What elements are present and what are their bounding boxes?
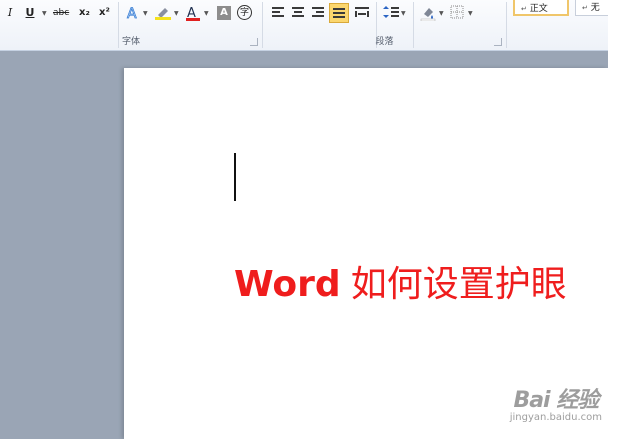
- justify-icon[interactable]: [329, 3, 349, 23]
- line-spacing-icon[interactable]: [383, 5, 399, 21]
- paragraph-mark-icon: ↵: [582, 4, 588, 12]
- borders-icon[interactable]: [450, 5, 464, 21]
- font-group: I U ▼ abc x₂ x² A ▼ ▼ A ▼ A 字 字体: [0, 0, 262, 50]
- title-cjk: 如何设置护眼: [350, 264, 567, 305]
- shading-icon[interactable]: [420, 5, 436, 21]
- char-shading-button[interactable]: A: [217, 6, 231, 20]
- distributed-icon[interactable]: [354, 5, 370, 21]
- enclose-chars-button[interactable]: 字: [237, 5, 252, 20]
- italic-button[interactable]: I: [5, 5, 15, 21]
- align-left-icon[interactable]: [271, 5, 285, 21]
- align-right-icon[interactable]: [311, 5, 325, 21]
- watermark-sub: jingyan.baidu.com: [509, 412, 602, 423]
- subscript-button[interactable]: x₂: [79, 5, 90, 21]
- line-spacing-dropdown-icon[interactable]: ▼: [401, 10, 406, 17]
- superscript-button[interactable]: x²: [99, 5, 110, 21]
- font-color-dropdown-icon[interactable]: ▼: [204, 10, 209, 17]
- style-normal-label: 正文: [529, 4, 548, 14]
- window-edge: [608, 0, 620, 439]
- underline-dropdown-icon[interactable]: ▼: [42, 10, 47, 17]
- watermark-main: Bai 经验: [513, 388, 599, 413]
- title-latin: Word: [234, 264, 341, 305]
- paragraph-group: ▼ ▼ ▼ 段落: [263, 0, 506, 50]
- styles-group: ↵ 正文 ↵ 无: [507, 0, 608, 50]
- style-no-spacing-label: 无: [590, 3, 600, 13]
- strikethrough-button[interactable]: abc: [53, 5, 69, 21]
- ribbon: I U ▼ abc x₂ x² A ▼ ▼ A ▼ A 字 字体 ▼ ▼ ▼ 段…: [0, 0, 608, 51]
- font-group-label: 字体: [121, 37, 140, 47]
- text-effects-icon[interactable]: A: [125, 5, 141, 21]
- borders-dropdown-icon[interactable]: ▼: [468, 10, 473, 17]
- baidu-watermark: Bai 经验 jingyan.baidu.com: [510, 382, 602, 423]
- style-normal[interactable]: ↵ 正文: [513, 0, 569, 16]
- highlight-dropdown-icon[interactable]: ▼: [174, 10, 179, 17]
- font-dialog-launcher-icon[interactable]: [250, 38, 258, 46]
- paragraph-mark-icon: ↵: [521, 5, 527, 13]
- text-cursor: [234, 153, 236, 201]
- svg-text:A: A: [127, 6, 137, 21]
- font-color-button[interactable]: A: [185, 5, 201, 21]
- underline-button[interactable]: U: [25, 5, 35, 21]
- align-center-icon[interactable]: [291, 5, 305, 21]
- style-no-spacing[interactable]: ↵ 无: [575, 0, 608, 16]
- highlight-icon[interactable]: [154, 5, 172, 21]
- document-title[interactable]: Word 如何设置护眼: [234, 264, 567, 306]
- text-effects-dropdown-icon[interactable]: ▼: [143, 10, 148, 17]
- shading-dropdown-icon[interactable]: ▼: [439, 10, 444, 17]
- paragraph-dialog-launcher-icon[interactable]: [494, 38, 502, 46]
- paragraph-group-label: 段落: [375, 37, 394, 47]
